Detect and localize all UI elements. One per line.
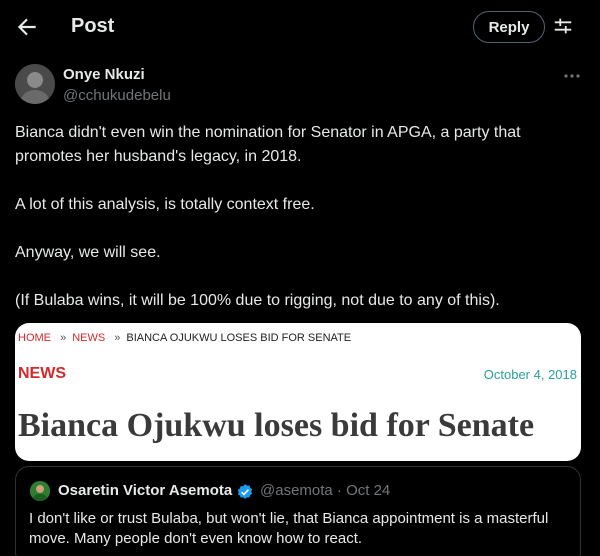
breadcrumb-home: HOME	[18, 332, 51, 344]
post-paragraph: Anyway, we will see.	[15, 244, 161, 261]
page-title: Post	[71, 15, 115, 37]
verified-badge-icon	[236, 483, 254, 501]
quoted-author-name: Osaretin Victor Asemota	[58, 482, 233, 499]
quoted-avatar	[30, 481, 50, 501]
breadcrumb: HOME » NEWS » BIANCA OJUKWU LOSES BID FOR …	[18, 332, 351, 344]
arrow-left-icon[interactable]	[14, 14, 40, 40]
post-text: Bianca didn't even win the nomination fo…	[15, 121, 585, 313]
quoted-handle-date: @asemota · Oct 24	[260, 482, 391, 499]
breadcrumb-current: BIANCA OJUKWU LOSES BID FOR SENATE	[126, 332, 352, 344]
quoted-text: I don't like or trust Bulaba, but won't …	[29, 510, 549, 547]
post-image[interactable]: HOME » NEWS » BIANCA OJUKWU LOSES BID FOR …	[15, 323, 581, 461]
author-name[interactable]: Onye Nkuzi	[63, 66, 145, 83]
top-bar: Post Reply	[0, 0, 600, 53]
breadcrumb-separator: »	[60, 332, 67, 344]
post-paragraph: (If Bulaba wins, it will be 100% due to …	[15, 292, 500, 309]
quoted-post[interactable]: Osaretin Victor Asemota @asemota · Oct 2…	[15, 466, 581, 556]
breadcrumb-separator: »	[114, 332, 121, 344]
breadcrumb-news: NEWS	[72, 332, 106, 344]
article-headline: Bianca Ojukwu loses bid for Senate	[18, 407, 535, 444]
more-options-icon[interactable]	[561, 68, 583, 84]
article-date: October 4, 2018	[483, 367, 577, 382]
author-handle[interactable]: @cchukudebelu	[63, 87, 171, 104]
reply-button[interactable]: Reply	[473, 11, 545, 43]
post-paragraph: Bianca didn't even win the nomination fo…	[15, 124, 521, 165]
section-label: NEWS	[18, 365, 66, 382]
post-paragraph: A lot of this analysis, is totally conte…	[15, 196, 315, 213]
sliders-icon[interactable]	[552, 15, 574, 37]
avatar[interactable]	[15, 64, 55, 104]
